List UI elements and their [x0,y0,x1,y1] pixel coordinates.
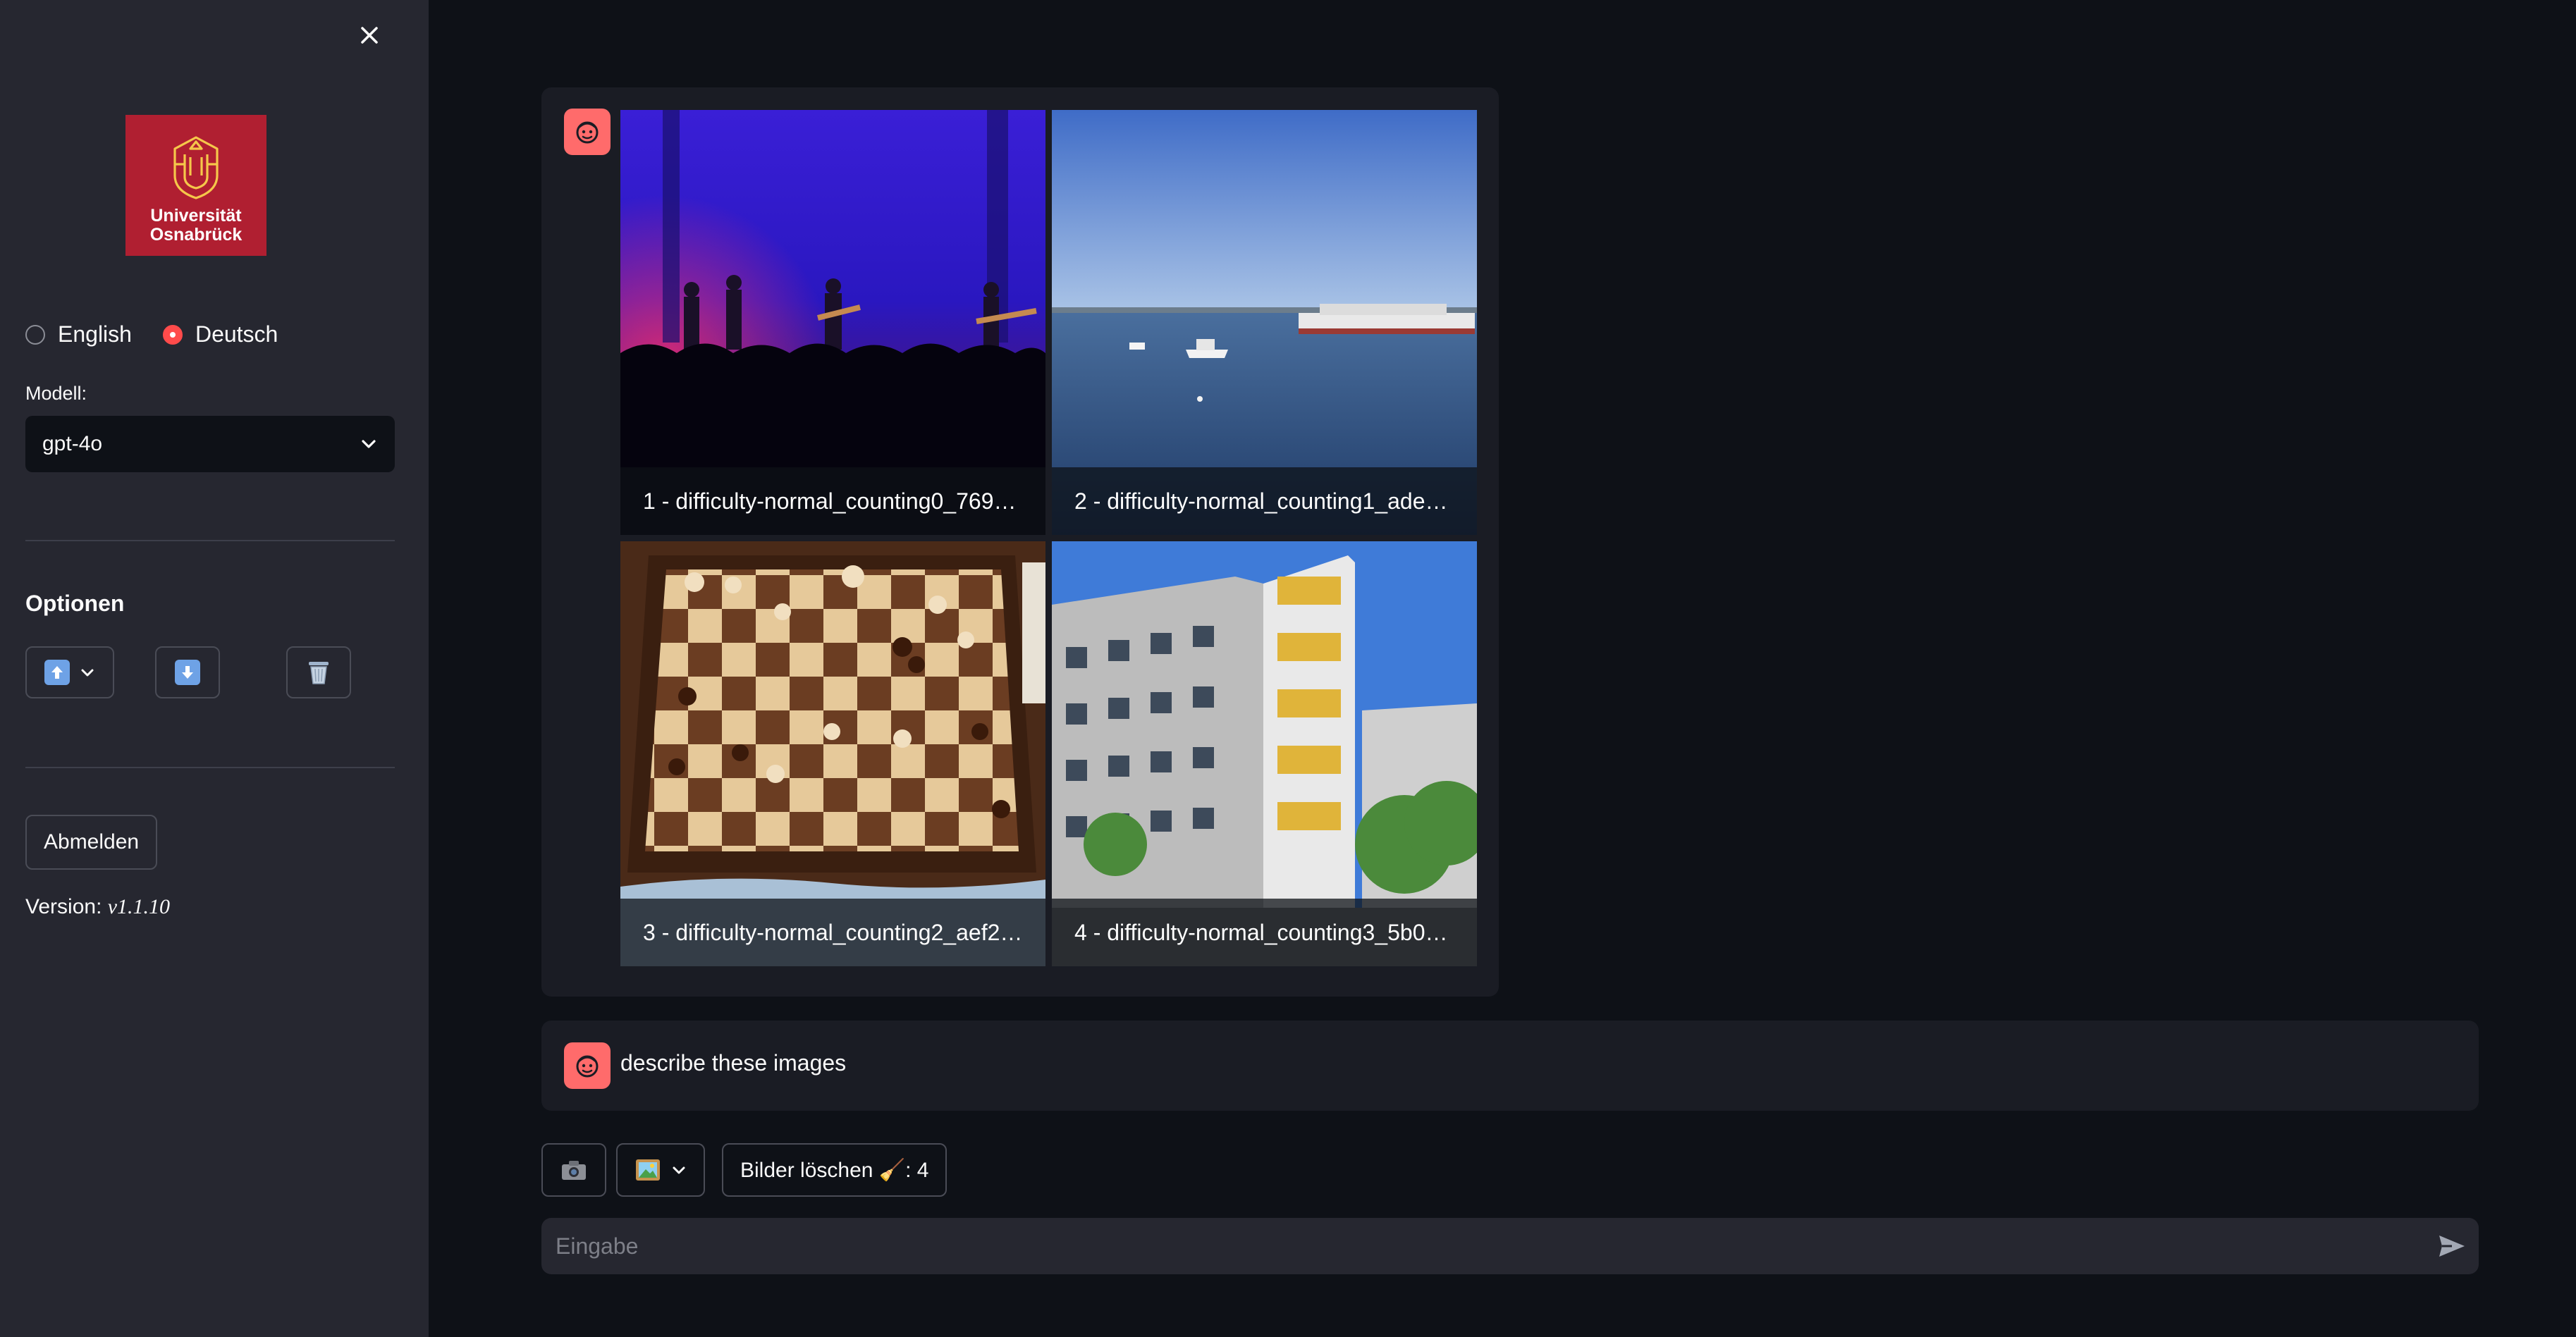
university-emblem-icon [173,136,219,199]
close-icon [361,27,378,44]
options-heading: Optionen [25,591,125,616]
radio-label-english: English [58,321,132,347]
version-info: Version: v1.1.10 [25,895,170,919]
model-select-value: gpt-4o [42,432,103,455]
camera-button[interactable] [541,1143,606,1197]
logo-line-2: Osnabrück [149,225,243,245]
user-message-text: describe these images [620,1050,847,1076]
user-avatar [564,109,611,155]
image-caption-1: 1 - difficulty-normal_counting0_769… [620,467,1045,535]
image-grid: 1 - difficulty-normal_counting0_769… 2 -… [620,110,1477,966]
image-caption-4: 4 - difficulty-normal_counting3_5b0… [1052,899,1477,966]
radio-option-deutsch[interactable]: Deutsch [162,321,278,347]
version-value: v1.1.10 [107,895,171,918]
chat-input-bar [541,1218,2479,1274]
image-tile-4[interactable]: 4 - difficulty-normal_counting3_5b0… [1052,541,1477,966]
logo-line-1: Universität [150,206,242,226]
radio-english[interactable] [25,324,45,345]
language-radio-group: English Deutsch [25,321,309,347]
image-icon [636,1159,660,1181]
sidebar-divider [25,540,395,541]
chevron-down-icon [362,440,376,448]
image-dropdown-button[interactable] [616,1143,705,1197]
radio-deutsch[interactable] [162,324,183,345]
university-logo: Universität Osnabrück [125,115,266,256]
user-face-icon [576,121,599,144]
image-tile-2[interactable]: 2 - difficulty-normal_counting1_ade… [1052,110,1477,535]
model-select[interactable]: gpt-4o [25,416,395,472]
camera-icon [562,1161,586,1180]
send-icon[interactable] [2438,1233,2466,1259]
logout-button[interactable]: Abmelden [25,815,158,870]
model-label: Modell: [25,383,87,404]
clear-images-button[interactable]: Bilder löschen 🧹: 4 [722,1143,947,1197]
user-face-icon [576,1055,599,1078]
image-caption-2: 2 - difficulty-normal_counting1_ade… [1052,467,1477,535]
delete-button[interactable] [286,646,351,698]
upload-icon [44,660,70,685]
download-button[interactable] [155,646,220,698]
chevron-down-icon [81,669,94,677]
version-label: Version: [25,895,108,918]
radio-option-english[interactable]: English [25,321,132,347]
image-tile-1[interactable]: 1 - difficulty-normal_counting0_769… [620,110,1045,535]
close-sidebar-button[interactable] [355,21,384,49]
image-tile-3[interactable]: 3 - difficulty-normal_counting2_aef2… [620,541,1045,966]
chat-input[interactable] [554,1232,2438,1260]
image-caption-3: 3 - difficulty-normal_counting2_aef2… [620,899,1045,966]
user-avatar [564,1042,611,1089]
sidebar: Universität Osnabrück English Deutsch Mo… [0,0,429,1337]
upload-dropdown-button[interactable] [25,646,114,698]
chevron-down-icon [673,1166,685,1174]
download-icon [175,660,200,685]
sidebar-divider [25,767,395,768]
trash-icon [309,662,329,684]
radio-label-deutsch: Deutsch [195,321,278,347]
